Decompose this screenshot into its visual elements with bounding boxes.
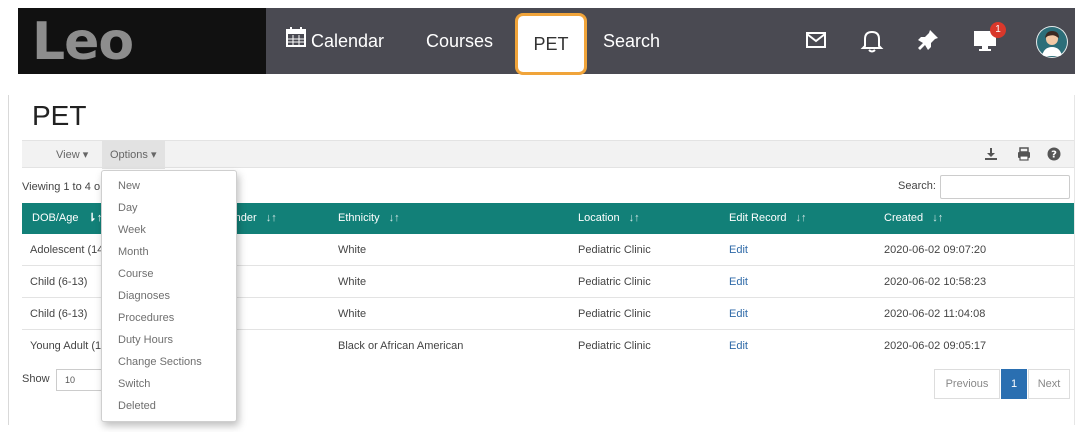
edit-link[interactable]: Edit bbox=[729, 266, 748, 298]
edit-link[interactable]: Edit bbox=[729, 330, 748, 362]
cell-dob-age: Child (6-13) bbox=[30, 308, 88, 320]
nav-calendar-label: Calendar bbox=[311, 31, 385, 51]
nav-search[interactable]: Search bbox=[603, 8, 660, 74]
top-nav-bar: Leo Calendar Courses PET Search 1 bbox=[18, 8, 1075, 75]
leo-logo[interactable]: Leo bbox=[32, 12, 134, 72]
menu-item-month[interactable]: Month bbox=[118, 246, 149, 258]
pin-icon[interactable] bbox=[916, 28, 940, 54]
help-icon[interactable]: ? bbox=[1047, 147, 1061, 164]
svg-text:?: ? bbox=[1051, 150, 1057, 161]
header-created-label: Created bbox=[884, 212, 924, 224]
header-edit-record-label: Edit Record bbox=[729, 212, 787, 224]
toolbar: View ▾ Options ▾ ? bbox=[22, 140, 1074, 169]
menu-item-change-sections[interactable]: Change Sections bbox=[118, 356, 202, 368]
download-icon[interactable] bbox=[984, 147, 998, 164]
cell-dob-age: Child (6-13) bbox=[30, 276, 88, 288]
monitor-icon[interactable]: 1 bbox=[972, 22, 1006, 54]
cell-dob-age: Young Adult (1 bbox=[30, 340, 102, 352]
cell-created: 2020-06-02 09:07:20 bbox=[884, 244, 987, 256]
next-page-button[interactable]: Next bbox=[1028, 369, 1070, 399]
header-dob-age-label: DOB/Age bbox=[32, 212, 79, 224]
logo-area: Leo bbox=[18, 8, 266, 74]
menu-item-new[interactable]: New bbox=[118, 180, 140, 192]
sort-icon: ↓↑ bbox=[265, 212, 277, 224]
cell-ethnicity: White bbox=[338, 308, 367, 320]
cell-location: Pediatric Clinic bbox=[578, 276, 651, 288]
cell-location: Pediatric Clinic bbox=[578, 244, 651, 256]
menu-item-deleted[interactable]: Deleted bbox=[118, 400, 156, 412]
cell-created: 2020-06-02 11:04:08 bbox=[884, 308, 986, 320]
notification-badge: 1 bbox=[990, 22, 1006, 38]
header-location[interactable]: Location ↓↑ bbox=[578, 203, 640, 234]
search-input[interactable] bbox=[940, 175, 1070, 199]
header-ethnicity-label: Ethnicity bbox=[338, 212, 380, 224]
page-1-button[interactable]: 1 bbox=[1001, 369, 1027, 399]
viewing-info: Viewing 1 to 4 o bbox=[22, 181, 101, 193]
view-button[interactable]: View ▾ bbox=[56, 141, 88, 169]
calendar-icon bbox=[285, 9, 307, 75]
page-title: PET bbox=[32, 100, 87, 131]
options-dropdown-menu: New Day Week Month Course Diagnoses Proc… bbox=[101, 170, 237, 422]
cell-created: 2020-06-02 10:58:23 bbox=[884, 276, 987, 288]
menu-item-diagnoses[interactable]: Diagnoses bbox=[118, 290, 170, 302]
cell-ethnicity: White bbox=[338, 244, 367, 256]
menu-item-procedures[interactable]: Procedures bbox=[118, 312, 174, 324]
avatar[interactable] bbox=[1036, 26, 1068, 58]
menu-item-course[interactable]: Course bbox=[118, 268, 153, 280]
sort-icon: ↓↑ bbox=[628, 212, 640, 224]
sort-icon: ↓↑ bbox=[795, 212, 807, 224]
header-dob-age[interactable]: DOB/Age ⇂↑ bbox=[32, 203, 102, 234]
left-border bbox=[8, 95, 9, 425]
cell-location: Pediatric Clinic bbox=[578, 308, 651, 320]
nav-courses[interactable]: Courses bbox=[426, 8, 493, 74]
print-icon[interactable] bbox=[1017, 147, 1031, 164]
edit-link[interactable]: Edit bbox=[729, 298, 748, 330]
page-size-select[interactable]: 10 bbox=[56, 369, 104, 391]
menu-item-week[interactable]: Week bbox=[118, 224, 146, 236]
right-border bbox=[1074, 95, 1075, 425]
header-edit-record[interactable]: Edit Record ↓↑ bbox=[729, 203, 807, 234]
search-label: Search: bbox=[898, 180, 936, 192]
cell-ethnicity: White bbox=[338, 276, 367, 288]
menu-item-day[interactable]: Day bbox=[118, 202, 138, 214]
header-created[interactable]: Created ↓↑ bbox=[884, 203, 943, 234]
header-location-label: Location bbox=[578, 212, 620, 224]
show-label: Show bbox=[22, 373, 50, 385]
edit-link[interactable]: Edit bbox=[729, 234, 748, 266]
nav-pet[interactable]: PET bbox=[515, 13, 587, 75]
cell-created: 2020-06-02 09:05:17 bbox=[884, 340, 987, 352]
nav-calendar[interactable]: Calendar bbox=[285, 8, 384, 74]
cell-location: Pediatric Clinic bbox=[578, 340, 651, 352]
previous-page-button[interactable]: Previous bbox=[934, 369, 1000, 399]
sort-icon: ↓↑ bbox=[932, 212, 944, 224]
menu-item-switch[interactable]: Switch bbox=[118, 378, 150, 390]
mail-icon[interactable] bbox=[804, 28, 828, 54]
cell-dob-age: Adolescent (14 bbox=[30, 244, 104, 256]
header-ethnicity[interactable]: Ethnicity ↓↑ bbox=[338, 203, 400, 234]
bell-icon[interactable] bbox=[860, 28, 884, 54]
sort-icon: ↓↑ bbox=[388, 212, 400, 224]
menu-item-duty-hours[interactable]: Duty Hours bbox=[118, 334, 173, 346]
options-button[interactable]: Options ▾ bbox=[102, 141, 165, 169]
cell-ethnicity: Black or African American bbox=[338, 340, 464, 352]
